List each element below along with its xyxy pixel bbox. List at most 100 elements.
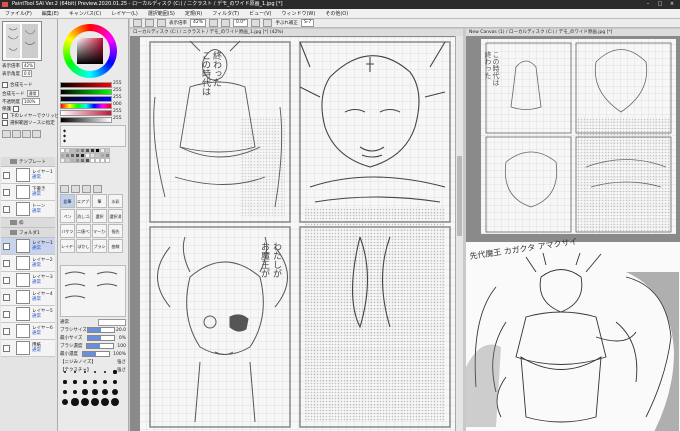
nav-angle-field[interactable]: 0.0 [22,70,33,77]
min-size-slider[interactable] [86,335,115,341]
green-slider[interactable] [60,89,112,95]
brush-size-preset[interactable] [90,397,100,407]
red-slider[interactable] [60,82,112,88]
opacity-slider[interactable]: 100% [22,98,40,105]
brush-size-preset[interactable] [110,397,120,407]
canvas-window-main[interactable]: ローカルディスク (C:) / ニクラスト / デモ_のワイド原画_1.jpg … [130,29,463,431]
saturation-value-square[interactable] [77,38,103,64]
navigator-thumbnail[interactable] [2,21,42,61]
layer-item-selected[interactable]: レイヤー1 通常 [1,238,55,255]
tool-tab-3[interactable] [82,185,91,193]
canvas-main-scroll-thumb[interactable] [457,156,462,236]
redo-button[interactable] [145,19,154,27]
brush-size-preset[interactable] [80,377,90,387]
tool-eraser[interactable]: 消しゴム [76,209,91,223]
tool-blur[interactable]: ぼかし [76,239,91,253]
tool-tab-1[interactable] [60,185,69,193]
layer-item[interactable]: 下書き 通常 [1,184,55,201]
saturation-slider[interactable] [60,110,112,116]
tool-brush-2[interactable]: ブラシ [92,239,107,253]
tool-marker[interactable]: マーカー [92,224,107,238]
menu-view[interactable]: ビュー(V) [244,10,276,17]
brush-size-preset[interactable] [80,367,90,377]
color-mixer[interactable]: ◆ ◆ ◆ [60,125,126,147]
layer-folder[interactable]: テンプレート [1,157,55,167]
menu-ruler[interactable]: 定規(R) [180,10,207,17]
layer-folder[interactable]: 枠 [1,218,55,228]
close-button[interactable]: × [666,0,678,9]
canvas-window-secondary[interactable]: New Canvas (1) / ローカルディスク (C:) / デモ_のワイド… [466,29,680,431]
tool-pen[interactable]: ペン [60,209,75,223]
eye-icon[interactable] [3,310,10,318]
menu-window[interactable]: ウィンドウ(W) [276,10,320,17]
eye-icon[interactable] [3,188,10,196]
menu-other[interactable]: その他(O) [320,10,353,17]
brush-size-preset[interactable] [100,387,110,397]
brush-size-preset[interactable] [70,397,80,407]
eye-icon[interactable] [3,205,10,213]
value-slider[interactable] [60,117,112,123]
brush-size-preset[interactable] [70,377,80,387]
menu-edit[interactable]: 編集(E) [37,10,64,17]
delete-layer-button[interactable] [22,130,31,138]
tool-select[interactable]: 選択 [92,209,107,223]
tool-tab-4[interactable] [93,185,102,193]
brush-size-preset[interactable] [80,387,90,397]
layer-item[interactable]: レイヤー4 通常 [1,289,55,306]
select-source-checkbox[interactable] [2,120,8,126]
eye-icon[interactable] [3,242,10,250]
tool-layer[interactable]: レイヤー [60,239,75,253]
tool-curve[interactable]: 曲線 [108,239,123,253]
swatch-palette[interactable] [60,148,114,184]
protect-checkbox[interactable] [13,106,19,112]
flip-button[interactable] [263,19,273,27]
hue-slider[interactable] [60,103,112,109]
zoom-out-button[interactable] [221,19,231,27]
zoom-in-button[interactable] [209,19,219,27]
tool-watercolor[interactable]: 水彩 [108,194,123,208]
tool-pencil[interactable]: 鉛筆 [60,194,75,208]
blend-mode-select[interactable]: 通常 [26,90,39,97]
tool-bucket[interactable]: バケツ [60,224,75,238]
min-density-slider[interactable] [81,351,110,357]
brush-size-preset[interactable] [100,367,110,377]
layer-item[interactable]: レイヤー5 通常 [1,306,55,323]
brush-size-preset[interactable] [90,387,100,397]
menu-filter[interactable]: フィルタ(T) [207,10,244,17]
eye-icon[interactable] [3,327,10,335]
canvas-tab-secondary[interactable]: New Canvas (1) / ローカルディスク (C:) / デモ_のワイド… [466,29,680,37]
layer-item[interactable]: レイヤー2 通常 [1,255,55,272]
blue-slider[interactable] [60,96,112,102]
merge-layer-button[interactable] [32,130,41,138]
brush-size-preset[interactable] [100,377,110,387]
brush-size-preset[interactable] [110,367,120,377]
menu-selection[interactable]: 選択範囲(S) [143,10,180,17]
brush-size-preset[interactable] [90,367,100,377]
deselect-button[interactable] [157,19,166,27]
brush-size-preset[interactable] [70,367,80,377]
brush-size-preset[interactable] [110,377,120,387]
canvas-main-scrollbar[interactable] [455,36,463,431]
eye-icon[interactable] [3,276,10,284]
brush-size-preset[interactable] [60,377,70,387]
clip-checkbox[interactable] [2,113,8,119]
brush-size-preset[interactable] [90,377,100,387]
eye-icon[interactable] [3,344,10,352]
layer-item[interactable]: レイヤー1 通常 [1,167,55,184]
brush-size-preset[interactable] [80,397,90,407]
canvas-artwork-secondary[interactable]: この時代は 終わった 先代魔王 カガクタ アマクサイ [466,37,680,431]
layer-item[interactable]: レイヤー3 通常 [1,272,55,289]
swatch[interactable] [105,158,110,163]
tool-tab-2[interactable] [71,185,80,193]
rotate-button[interactable] [251,19,261,27]
menu-layer[interactable]: レイヤー(L) [106,10,143,17]
eye-icon[interactable] [3,259,10,267]
brush-size-preset[interactable] [60,397,70,407]
eye-icon[interactable] [3,293,10,301]
brush-size-preset[interactable] [60,387,70,397]
canvas-artwork-main[interactable]: この時代は 終わった わたしが お魔王が [130,37,463,431]
tool-select-eraser[interactable]: 選択消 [108,209,123,223]
menu-canvas[interactable]: キャンバス(C) [64,10,106,17]
tool-brush[interactable]: 筆 [92,194,107,208]
tool-binary-pen[interactable]: 二値ペン [76,224,91,238]
